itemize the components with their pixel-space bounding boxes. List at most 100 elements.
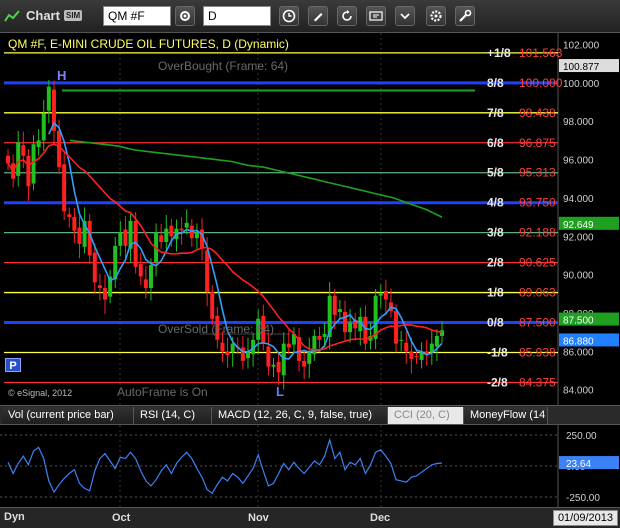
chart-title: QM #F, E-MINI CRUDE OIL FUTURES, D (Dyna…	[8, 37, 289, 51]
cci-pane[interactable]: 250.000.00-250.0023.64	[0, 425, 620, 507]
candle-body	[337, 309, 342, 312]
murrey-level-value: 100.000	[519, 76, 563, 90]
overbought-label: OverBought (Frame: 64)	[158, 59, 289, 73]
candle-body	[143, 279, 148, 289]
cci-tag-label: 23.64	[566, 459, 591, 470]
candle-body	[332, 295, 337, 315]
candle-body	[97, 285, 102, 289]
clock-icon	[282, 9, 296, 23]
candle-body	[67, 214, 72, 218]
candle-body	[62, 164, 67, 212]
candle-body	[205, 250, 210, 292]
price-axis-tick: 84.000	[563, 386, 594, 397]
copyright-label: © eSignal, 2012	[8, 388, 73, 398]
interval-input[interactable]	[203, 6, 271, 26]
chart-logo-icon	[4, 10, 20, 22]
candle-body	[123, 229, 128, 246]
tab-moneyflow[interactable]: MoneyFlow (14	[464, 407, 548, 424]
candle-body	[302, 360, 307, 367]
price-axis-tick: 96.000	[563, 156, 594, 167]
murrey-level-value: 101.563	[519, 46, 563, 60]
tab-volume[interactable]: Vol (current price bar)	[2, 407, 134, 424]
link-button[interactable]	[395, 6, 415, 26]
candle-body	[21, 145, 26, 156]
murrey-level-value: 89.063	[519, 286, 556, 300]
symbol-input[interactable]	[103, 6, 171, 26]
time-button[interactable]	[279, 6, 299, 26]
p-button[interactable]: P	[5, 358, 21, 372]
candle-body	[103, 288, 108, 300]
candle-body	[434, 335, 439, 347]
tab-macd[interactable]: MACD (12, 26, C, 9, false, true)	[212, 407, 388, 424]
pencil-icon	[314, 13, 323, 22]
candle-body	[383, 290, 388, 300]
cci-plot-bg	[0, 425, 558, 507]
price-tag-label: 92.649	[563, 220, 594, 231]
price-chart-pane[interactable]: +1/8 101.563 8/8 100.000 7/8 98.438 6/8 96.875 5…	[0, 33, 620, 405]
murrey-level-label: 4/8	[487, 196, 504, 210]
murrey-level-label: -1/8	[487, 345, 508, 359]
price-tag-label: 87.500	[563, 316, 594, 327]
murrey-level-label: 0/8	[487, 316, 504, 330]
candle-body	[378, 293, 383, 296]
price-axis-tick: 102.000	[563, 41, 600, 52]
candle-body	[286, 343, 291, 348]
oversold-label: OverSold (Frame: 64)	[158, 322, 275, 336]
refresh-button[interactable]	[337, 6, 357, 26]
draw-button[interactable]	[308, 6, 328, 26]
candle-body	[41, 113, 46, 141]
toolbar: Chart SIM	[0, 0, 620, 33]
price-chart[interactable]: +1/8 101.563 8/8 100.000 7/8 98.438 6/8 96.875 5…	[0, 33, 620, 405]
candle-body	[404, 342, 409, 352]
price-axis-tick: 98.000	[563, 117, 594, 128]
candle-body	[118, 232, 123, 246]
tools-button[interactable]	[455, 6, 475, 26]
price-axis-tick: 100.000	[563, 79, 600, 90]
candle-body	[138, 264, 143, 277]
settings-icon	[430, 10, 442, 22]
candle-body	[230, 343, 235, 353]
candle-body	[31, 144, 36, 184]
candle-body	[409, 351, 414, 359]
candle-body	[184, 222, 189, 228]
time-axis-bar: Dyn 01/09/2013 Oct Nov Dec	[0, 507, 620, 528]
candle-body	[266, 346, 271, 367]
candle-body	[148, 265, 153, 289]
candle-body	[169, 225, 174, 237]
murrey-level-label: -2/8	[487, 375, 508, 389]
x-axis-label-nov: Nov	[248, 512, 269, 524]
murrey-level-label: 5/8	[487, 166, 504, 180]
price-axis-tick: 86.000	[563, 347, 594, 358]
candle-body	[92, 252, 97, 283]
indicator-tabs: Vol (current price bar) RSI (14, C) MACD…	[0, 405, 620, 425]
candle-body	[307, 351, 312, 364]
cci-axis-tick: -250.00	[566, 493, 600, 504]
murrey-level-value: 84.375	[519, 375, 556, 389]
candle-body	[281, 343, 286, 376]
properties-button[interactable]	[426, 6, 446, 26]
candle-body	[72, 217, 77, 231]
wrench-icon	[459, 9, 472, 22]
murrey-level-value: 85.938	[519, 345, 556, 359]
murrey-level-label: 3/8	[487, 226, 504, 240]
get-data-button[interactable]	[366, 6, 386, 26]
symbol-settings-button[interactable]	[175, 6, 195, 26]
dynamic-mode-label[interactable]: Dyn	[4, 511, 25, 523]
cursor-date-label: 01/09/2013	[552, 510, 618, 526]
window-title: Chart	[26, 8, 60, 23]
candle-body	[36, 140, 41, 148]
murrey-level-value: 98.438	[519, 106, 556, 120]
cci-chart[interactable]: 250.000.00-250.0023.64	[0, 425, 620, 507]
murrey-level-value: 92.188	[519, 226, 556, 240]
candle-body	[16, 142, 21, 176]
tab-cci[interactable]: CCI (20, C)	[388, 407, 464, 424]
murrey-level-label: 2/8	[487, 256, 504, 270]
candle-body	[276, 361, 281, 373]
tab-rsi[interactable]: RSI (14, C)	[134, 407, 212, 424]
murrey-level-value: 93.750	[519, 196, 556, 210]
murrey-level-label: 7/8	[487, 106, 504, 120]
price-tag-label: 100.877	[563, 62, 600, 73]
pivot-high-label: H	[57, 68, 66, 83]
candle-body	[46, 86, 51, 111]
autoframe-label: AutoFrame is On	[117, 385, 208, 399]
